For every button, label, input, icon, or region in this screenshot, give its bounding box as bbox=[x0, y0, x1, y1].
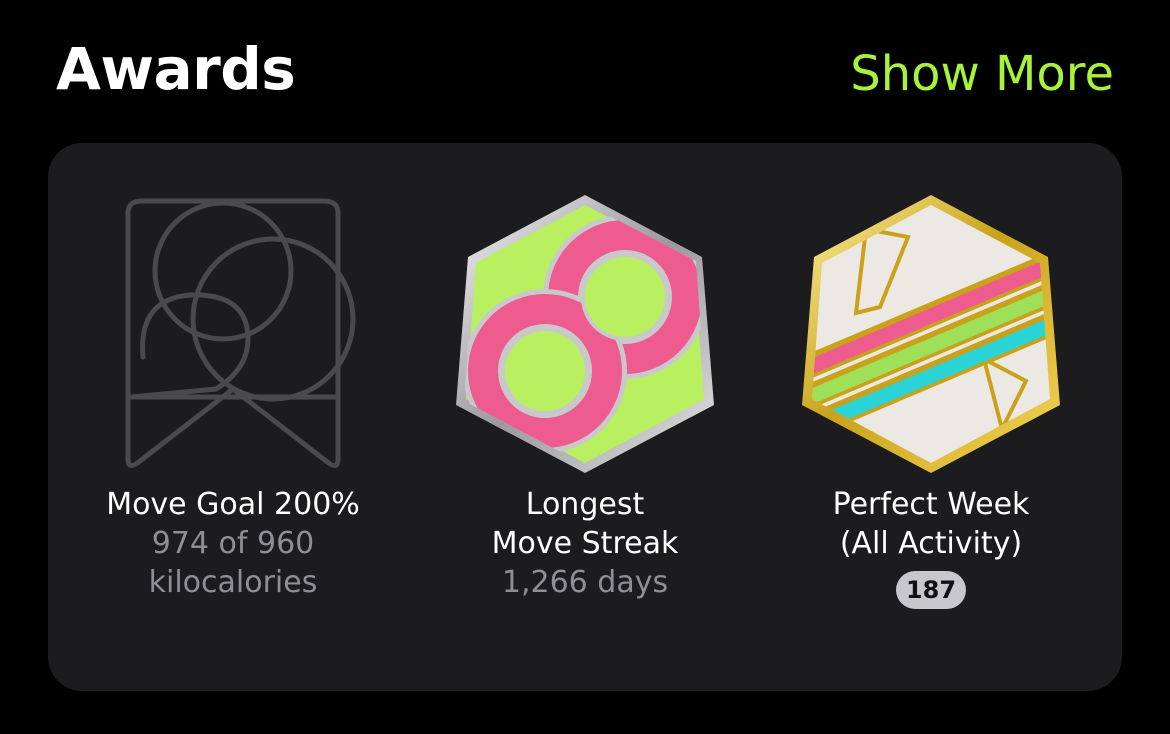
award-title: Move Goal 200% bbox=[106, 487, 360, 522]
award-title: Perfect Week (All Activity) bbox=[832, 487, 1030, 561]
award-subtitle: 1,266 days bbox=[501, 565, 669, 600]
awards-card: Move Goal 200% 974 of 960 kilocalories L… bbox=[48, 143, 1122, 691]
award-perfect-week-all-activity[interactable]: Perfect Week (All Activity) 187 bbox=[766, 189, 1096, 609]
award-subtitle: 974 of 960 kilocalories bbox=[148, 526, 318, 600]
awards-screen: Awards Show More Move Goal 200% 974 of 9… bbox=[0, 0, 1170, 734]
longest-move-streak-badge-icon bbox=[456, 195, 714, 473]
award-title: Longest Move Streak bbox=[491, 487, 679, 561]
award-longest-move-streak[interactable]: Longest Move Streak 1,266 days bbox=[420, 189, 750, 602]
show-more-link[interactable]: Show More bbox=[850, 46, 1114, 102]
perfect-week-all-activity-badge-icon bbox=[802, 195, 1060, 473]
award-move-goal-200[interactable]: Move Goal 200% 974 of 960 kilocalories bbox=[68, 189, 398, 602]
award-count-badge: 187 bbox=[895, 571, 967, 609]
section-title: Awards bbox=[56, 35, 296, 103]
move-goal-200-badge-icon bbox=[125, 198, 356, 468]
